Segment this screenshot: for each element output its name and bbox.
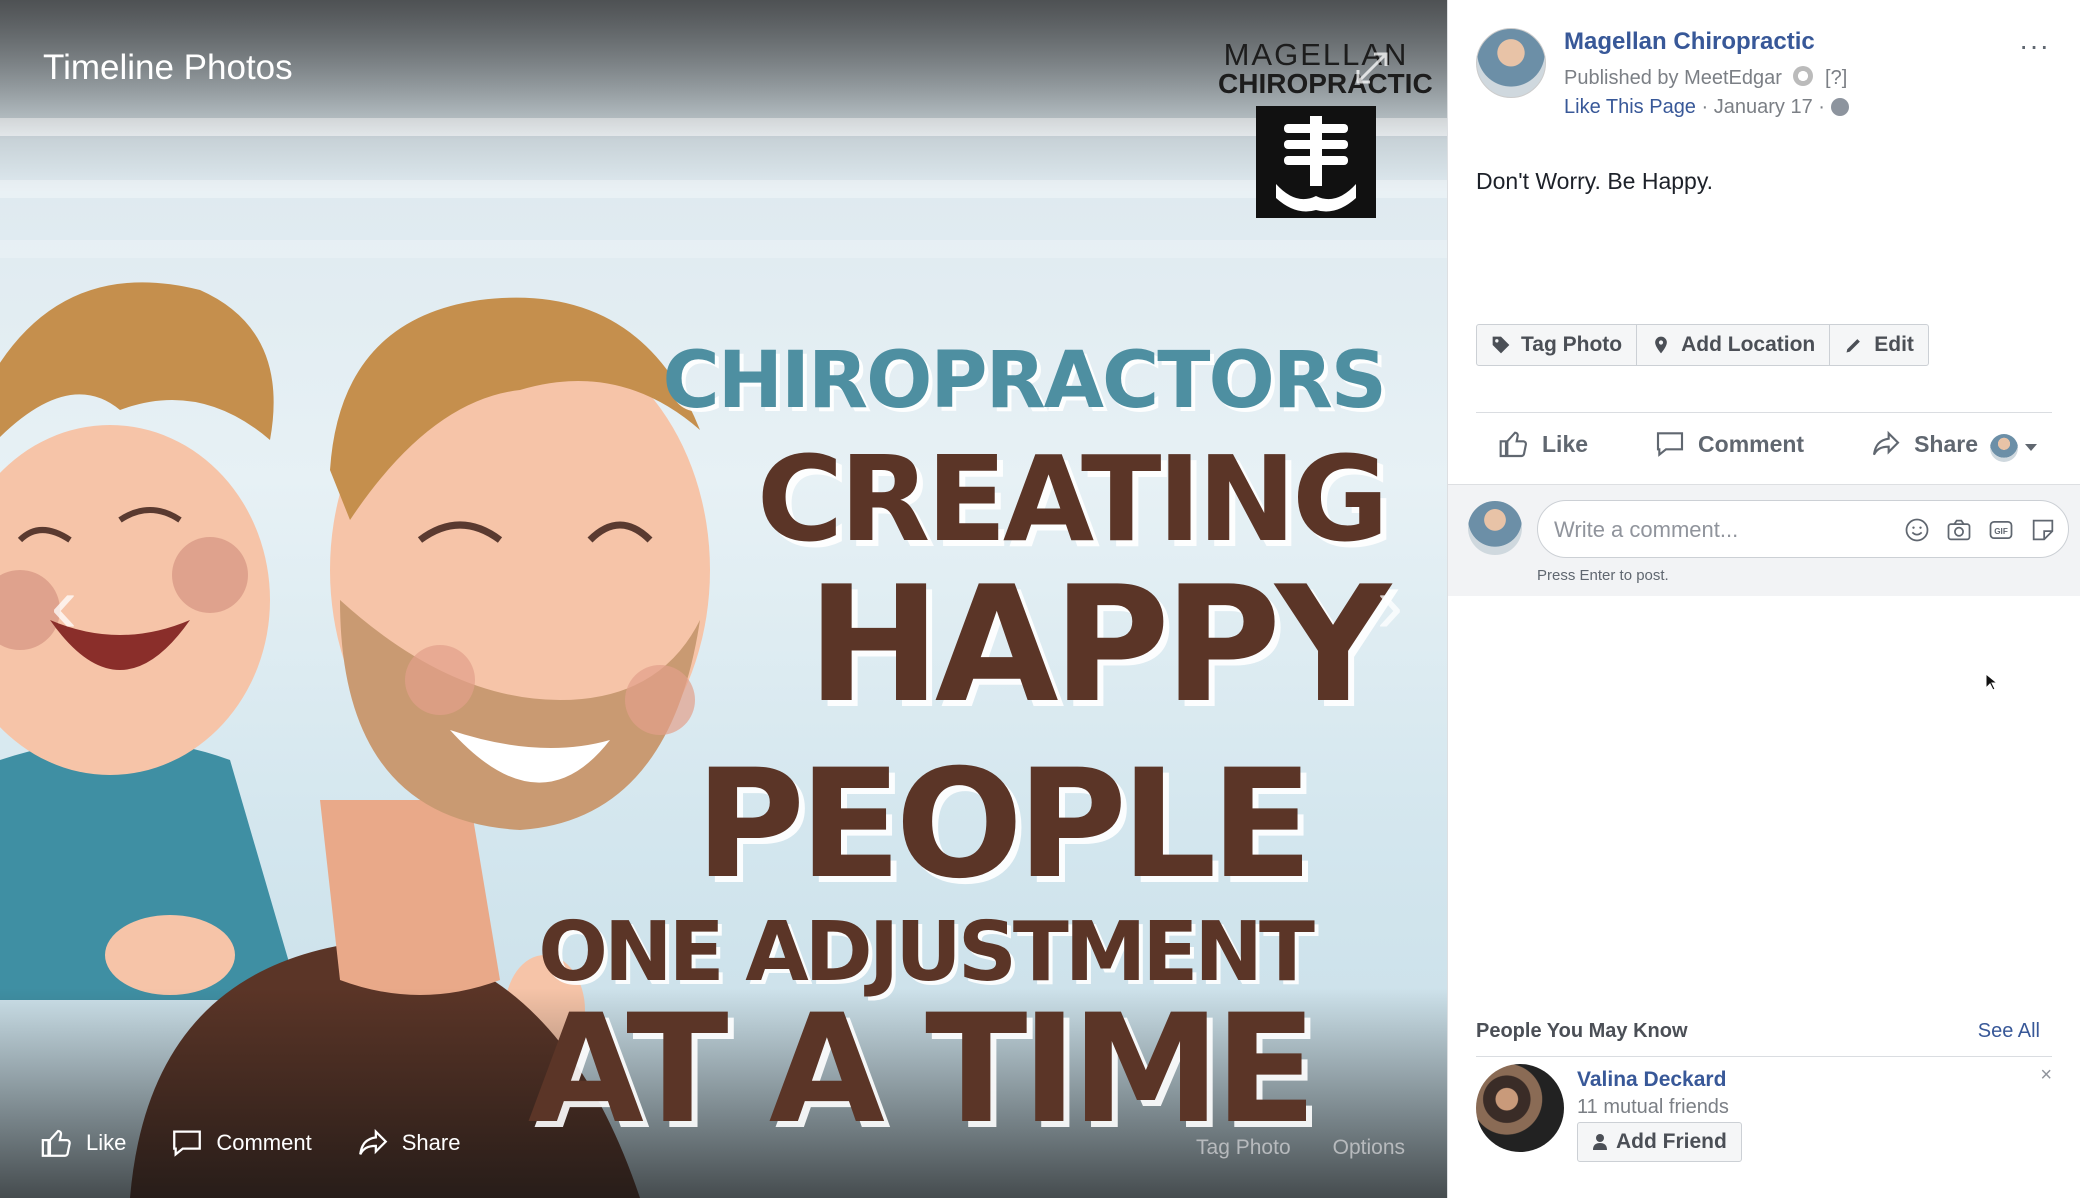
comment-input[interactable]	[1554, 513, 1884, 547]
share-button[interactable]: Share	[1870, 428, 1978, 460]
headline-line-1: CHIROPRACTORS	[662, 336, 1387, 426]
viewer-secondary-links: Tag Photo Options	[1196, 1136, 1405, 1160]
photo-tools: Tag Photo Add Location Edit	[1476, 324, 1929, 366]
viewer-tag-photo-link[interactable]: Tag Photo	[1196, 1136, 1291, 1160]
page-name-link[interactable]: Magellan Chiropractic	[1564, 28, 1849, 56]
comment-icon	[1656, 432, 1684, 457]
post-meta-line: Like This Page · January 17 ·	[1564, 96, 1849, 119]
like-this-page-link[interactable]: Like This Page	[1564, 96, 1696, 118]
people-you-may-know-heading: People You May Know	[1476, 1020, 1688, 1042]
post-text: Don't Worry. Be Happy.	[1476, 168, 1714, 194]
headline-line-4: PEOPLE	[695, 738, 1313, 912]
divider	[1476, 412, 2052, 413]
viewer-comment-button[interactable]: Comment	[170, 1126, 312, 1160]
viewer-like-label: Like	[86, 1130, 127, 1155]
comment-attachment-icons: GIF	[1902, 515, 2058, 545]
emoji-icon[interactable]	[1902, 515, 1932, 545]
headline-line-6: AT A TIME	[527, 983, 1317, 1157]
post-header: Magellan Chiropractic Published by MeetE…	[1476, 28, 1849, 119]
add-friend-icon	[1593, 1134, 1607, 1150]
like-icon	[1499, 431, 1527, 458]
post-as-selector[interactable]	[1990, 434, 2038, 462]
camera-icon[interactable]	[1944, 515, 1974, 545]
mutual-friends-count[interactable]: 11 mutual friends	[1577, 1096, 1729, 1119]
like-icon	[41, 1129, 71, 1157]
post-meta: Magellan Chiropractic Published by MeetE…	[1564, 28, 1849, 119]
viewer-comment-label: Comment	[216, 1130, 312, 1155]
pencil-icon	[1846, 339, 1861, 353]
share-icon	[358, 1128, 388, 1155]
page-avatar[interactable]	[1476, 28, 1546, 98]
chevron-down-icon	[2025, 444, 2037, 451]
photo-viewer: Timeline Photos MAGELLAN CHIROPRACTIC CH…	[0, 0, 1447, 1198]
tag-photo-button[interactable]: Tag Photo	[1477, 325, 1638, 365]
viewer-options-link[interactable]: Options	[1333, 1136, 1405, 1160]
public-globe-icon[interactable]	[1830, 98, 1849, 116]
headline-line-5: ONE ADJUSTMENT	[538, 905, 1315, 1000]
add-location-label: Add Location	[1681, 333, 1816, 356]
mouse-cursor-icon	[1985, 673, 1999, 691]
friend-suggestion-name[interactable]: Valina Deckard	[1577, 1068, 1726, 1092]
published-by: Published by MeetEdgar [?]	[1564, 66, 1849, 90]
post-date[interactable]: January 17	[1714, 96, 1813, 118]
comment-composer: GIF Press Enter to post.	[1448, 484, 2080, 596]
post-details-panel: Magellan Chiropractic Published by MeetE…	[1447, 0, 2080, 1198]
see-all-link[interactable]: See All	[1978, 1020, 2040, 1043]
comment-label: Comment	[1698, 430, 1805, 457]
tag-icon	[1492, 336, 1510, 354]
add-friend-label: Add Friend	[1616, 1130, 1727, 1153]
press-enter-hint: Press Enter to post.	[1537, 567, 1669, 584]
add-friend-button[interactable]: Add Friend	[1577, 1122, 1742, 1162]
share-icon	[1873, 430, 1900, 456]
viewer-title: Timeline Photos	[43, 48, 293, 87]
comment-button[interactable]: Comment	[1654, 428, 1804, 460]
dismiss-suggestion-icon[interactable]: ×	[2040, 1064, 2052, 1087]
previous-photo-icon[interactable]: ‹	[34, 560, 94, 650]
headline-line-3: HAPPY	[806, 551, 1391, 738]
scheduler-icon	[1793, 66, 1814, 86]
share-label: Share	[1914, 430, 1979, 457]
viewer-share-label: Share	[401, 1130, 461, 1155]
meta-dot: ·	[1701, 96, 1709, 118]
viewer-share-button[interactable]: Share	[356, 1126, 461, 1160]
meta-dot: ·	[1818, 96, 1825, 118]
post-action-bar: Like Comment Share	[1498, 428, 1978, 460]
sticker-icon[interactable]	[2028, 515, 2058, 545]
expand-icon[interactable]	[1352, 48, 1392, 88]
pymk-list-item: Valina Deckard 11 mutual friends Add Fri…	[1476, 1064, 2052, 1162]
edit-label: Edit	[1874, 333, 1914, 356]
published-by-text: Published by MeetEdgar	[1564, 67, 1782, 89]
spine-logo-icon	[1256, 106, 1376, 218]
location-pin-icon	[1655, 336, 1667, 354]
like-label: Like	[1542, 430, 1589, 457]
viewer-action-bar: Like Comment Share	[40, 1126, 460, 1160]
like-button[interactable]: Like	[1498, 428, 1588, 460]
gif-icon[interactable]: GIF	[1986, 515, 2016, 545]
more-options-icon[interactable]: ···	[2019, 30, 2050, 62]
comment-icon	[173, 1130, 202, 1157]
headline-line-2: CREATING	[756, 430, 1389, 568]
published-help-link[interactable]: [?]	[1825, 67, 1847, 89]
svg-text:GIF: GIF	[1994, 527, 2008, 536]
add-location-button[interactable]: Add Location	[1637, 325, 1831, 365]
divider	[1476, 1056, 2052, 1057]
comment-input-box[interactable]: GIF	[1537, 500, 2069, 558]
viewer-like-button[interactable]: Like	[40, 1126, 126, 1160]
edit-button[interactable]: Edit	[1830, 325, 1928, 365]
post-as-avatar	[1990, 434, 2018, 462]
tag-photo-label: Tag Photo	[1521, 333, 1623, 356]
friend-suggestion-avatar[interactable]	[1476, 1064, 1564, 1152]
next-photo-icon[interactable]: ›	[1360, 560, 1420, 650]
commenter-avatar	[1468, 501, 1522, 555]
